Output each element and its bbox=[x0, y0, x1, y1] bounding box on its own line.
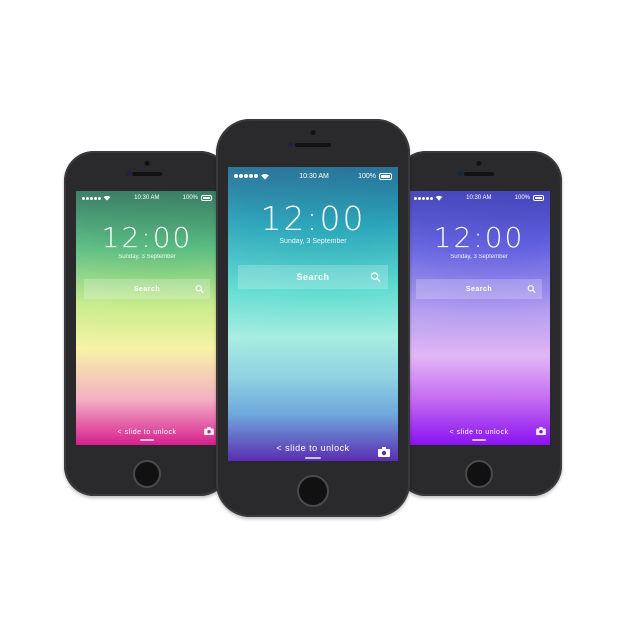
signal-dots-icon bbox=[234, 174, 258, 178]
camera-icon[interactable] bbox=[204, 427, 214, 435]
front-camera bbox=[288, 142, 293, 147]
search-label: Search bbox=[465, 285, 493, 293]
lock-clock: 12:00 bbox=[260, 199, 366, 238]
search-label: Search bbox=[296, 272, 330, 282]
search-icon bbox=[527, 285, 536, 294]
wifi-icon bbox=[103, 195, 111, 201]
status-time: 10:30 AM bbox=[134, 195, 160, 201]
battery-percent: 100% bbox=[358, 172, 376, 180]
home-button[interactable] bbox=[465, 460, 493, 488]
search-icon bbox=[195, 285, 204, 294]
battery-icon bbox=[201, 195, 212, 201]
lock-date: Sunday, 3 September bbox=[279, 238, 347, 245]
earpiece-dot bbox=[144, 161, 150, 166]
lock-clock: 12:00 bbox=[101, 221, 193, 254]
home-indicator bbox=[140, 439, 154, 441]
front-camera bbox=[126, 171, 131, 176]
home-button[interactable] bbox=[133, 460, 161, 488]
lock-clock: 12:00 bbox=[433, 221, 525, 254]
speaker-grille bbox=[464, 172, 494, 176]
battery-icon bbox=[533, 195, 544, 201]
phone-right: 10:30 AM 100% 12:00 Sunday, 3 September … bbox=[396, 151, 562, 496]
lock-date: Sunday, 3 September bbox=[118, 254, 176, 260]
home-indicator bbox=[472, 439, 486, 441]
battery-percent: 100% bbox=[182, 195, 198, 201]
lock-screen-center: 10:30 AM 100% 12:00 Sunday, 3 September … bbox=[228, 167, 398, 461]
home-button[interactable] bbox=[297, 475, 329, 507]
speaker-grille bbox=[132, 172, 162, 176]
slide-to-unlock[interactable]: < slide to unlock bbox=[228, 443, 398, 453]
wifi-icon bbox=[435, 195, 443, 201]
status-bar: 10:30 AM 100% bbox=[228, 167, 398, 185]
search-label: Search bbox=[133, 285, 161, 293]
front-camera bbox=[458, 171, 463, 176]
earpiece-dot bbox=[476, 161, 482, 166]
wifi-icon bbox=[261, 173, 269, 180]
search-bar[interactable]: Search bbox=[238, 265, 388, 289]
camera-icon[interactable] bbox=[378, 447, 390, 457]
phone-left: 10:30 AM 100% 12:00 Sunday, 3 September … bbox=[64, 151, 230, 496]
status-bar: 10:30 AM 100% bbox=[408, 191, 550, 205]
lock-screen-left: 10:30 AM 100% 12:00 Sunday, 3 September … bbox=[76, 191, 218, 445]
slide-to-unlock[interactable]: < slide to unlock bbox=[408, 429, 550, 436]
status-bar: 10:30 AM 100% bbox=[76, 191, 218, 205]
slide-to-unlock[interactable]: < slide to unlock bbox=[76, 429, 218, 436]
lock-date: Sunday, 3 September bbox=[450, 254, 508, 260]
battery-percent: 100% bbox=[514, 195, 530, 201]
battery-icon bbox=[378, 172, 392, 180]
signal-dots-icon bbox=[414, 196, 433, 200]
search-bar[interactable]: Search bbox=[416, 279, 542, 299]
status-time: 10:30 AM bbox=[466, 195, 492, 201]
search-bar[interactable]: Search bbox=[84, 279, 210, 299]
earpiece-dot bbox=[310, 130, 316, 135]
home-indicator bbox=[305, 457, 321, 459]
phone-center: 10:30 AM 100% 12:00 Sunday, 3 September … bbox=[216, 119, 410, 517]
speaker-grille bbox=[295, 143, 331, 147]
search-icon bbox=[370, 272, 381, 283]
lock-screen-right: 10:30 AM 100% 12:00 Sunday, 3 September … bbox=[408, 191, 550, 445]
signal-dots-icon bbox=[82, 196, 101, 200]
camera-icon[interactable] bbox=[536, 427, 546, 435]
status-time: 10:30 AM bbox=[299, 172, 329, 180]
